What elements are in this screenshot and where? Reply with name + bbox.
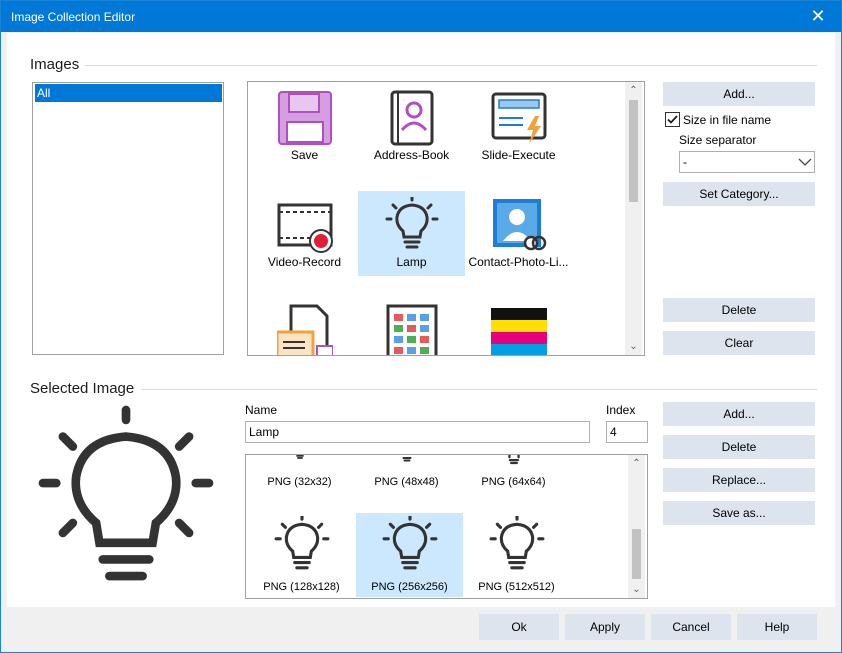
image-tile-address-book[interactable]: Address-Book	[358, 84, 465, 169]
video-record-icon	[277, 203, 333, 253]
image-tile-color-grid[interactable]	[358, 298, 465, 355]
image-tile-label: Contact-Photo-Li...	[468, 255, 569, 269]
size-separator-label: Size separator	[679, 133, 757, 147]
document-folder-icon	[277, 304, 333, 355]
name-field[interactable]: Lamp	[245, 421, 590, 443]
size-tile-48[interactable]: PNG (48x48)	[353, 455, 460, 491]
apply-button[interactable]: Apply	[565, 614, 645, 640]
scroll-thumb[interactable]	[632, 529, 641, 579]
ok-button[interactable]: Ok	[479, 614, 559, 640]
size-tile-label: PNG (256x256)	[371, 581, 448, 593]
lamp-icon	[296, 455, 304, 459]
close-icon[interactable]: ✕	[795, 1, 841, 32]
images-clear-button[interactable]: Clear	[663, 331, 815, 355]
size-tile-label: PNG (64x64)	[481, 476, 546, 488]
image-collection-editor-window: Image Collection Editor ✕ Images All Sav…	[0, 0, 842, 653]
images-section-divider	[85, 65, 817, 66]
selected-image-section-title: Selected Image	[30, 380, 135, 397]
window-title: Image Collection Editor	[11, 10, 136, 24]
image-tile-slide-execute[interactable]: Slide-Execute	[465, 84, 572, 169]
image-sizes-scrollbar[interactable]: ⌃ ⌄	[628, 455, 645, 598]
lamp-icon	[402, 457, 412, 462]
scroll-thumb[interactable]	[629, 100, 638, 202]
title-bar: Image Collection Editor ✕	[1, 1, 841, 32]
scroll-up-icon[interactable]: ⌃	[628, 455, 645, 472]
images-delete-button[interactable]: Delete	[663, 298, 815, 322]
size-tile-64[interactable]: PNG (64x64)	[460, 455, 567, 491]
dialog-content: Images All Save Address-Book Slide-Execu…	[7, 33, 835, 607]
index-label: Index	[606, 403, 636, 417]
image-tile-color-stripes[interactable]	[465, 298, 572, 355]
size-separator-value: -	[683, 155, 687, 169]
set-category-button[interactable]: Set Category...	[663, 182, 815, 206]
checkmark-icon	[667, 115, 678, 124]
save-icon	[278, 91, 332, 145]
size-in-file-name-label: Size in file name	[683, 113, 772, 127]
lamp-icon	[489, 516, 545, 570]
color-stripes-icon	[491, 308, 547, 355]
images-section-title: Images	[30, 56, 80, 73]
size-tile-512[interactable]: PNG (512x512)	[463, 513, 570, 597]
selected-add-button[interactable]: Add...	[663, 402, 815, 426]
size-tile-32[interactable]: PNG (32x32)	[246, 455, 353, 491]
image-tile-video-record[interactable]: Video-Record	[251, 191, 358, 276]
images-add-button[interactable]: Add...	[663, 82, 815, 106]
selected-image-section-divider	[141, 389, 817, 390]
scroll-up-icon[interactable]: ⌃	[625, 82, 642, 99]
lamp-icon	[508, 455, 520, 465]
size-tile-128[interactable]: PNG (128x128)	[248, 513, 355, 597]
image-tile-lamp[interactable]: Lamp	[358, 191, 465, 276]
image-tile-document-folder[interactable]	[251, 298, 358, 355]
name-label: Name	[245, 403, 278, 417]
help-button[interactable]: Help	[737, 614, 817, 640]
category-item-all[interactable]: All	[35, 84, 222, 102]
scroll-down-icon[interactable]: ⌄	[625, 338, 642, 355]
contact-photo-link-icon	[493, 199, 547, 251]
image-tile-label: Video-Record	[267, 255, 342, 269]
address-book-icon	[390, 90, 434, 146]
size-tile-label: PNG (32x32)	[267, 476, 332, 488]
save-as-button[interactable]: Save as...	[663, 501, 815, 525]
size-tile-label: PNG (512x512)	[478, 581, 555, 593]
image-grid-scrollbar[interactable]: ⌃ ⌄	[625, 82, 642, 355]
image-sizes-list[interactable]: PNG (32x32) PNG (48x48) PNG (64x64) PNG …	[245, 454, 648, 599]
image-tile-contact-photo-link[interactable]: Contact-Photo-Li...	[465, 191, 572, 276]
size-tile-label: PNG (48x48)	[374, 476, 439, 488]
lamp-icon	[385, 197, 439, 249]
size-separator-select[interactable]: -	[679, 151, 815, 173]
chevron-down-icon	[798, 158, 812, 166]
category-list[interactable]: All	[32, 82, 224, 355]
selected-delete-button[interactable]: Delete	[663, 435, 815, 459]
cancel-button[interactable]: Cancel	[651, 614, 731, 640]
size-tile-label: PNG (128x128)	[263, 581, 340, 593]
slide-execute-icon	[491, 92, 547, 144]
scroll-down-icon[interactable]: ⌄	[628, 581, 645, 598]
image-tile-label: Lamp	[396, 255, 427, 269]
image-tile-label: Address-Book	[373, 148, 450, 162]
color-grid-icon	[386, 304, 438, 355]
lamp-icon	[274, 516, 330, 570]
size-in-file-name-checkbox[interactable]	[665, 112, 680, 127]
image-grid[interactable]: Save Address-Book Slide-Execute Video-Re…	[247, 81, 645, 356]
size-tile-256[interactable]: PNG (256x256)	[356, 513, 463, 597]
index-field[interactable]: 4	[606, 421, 648, 443]
selected-image-preview-lamp-icon	[38, 405, 214, 581]
image-tile-label: Save	[290, 148, 319, 162]
lamp-icon	[382, 516, 438, 570]
image-tile-save[interactable]: Save	[251, 84, 358, 169]
replace-button[interactable]: Replace...	[663, 468, 815, 492]
image-tile-label: Slide-Execute	[481, 148, 556, 162]
